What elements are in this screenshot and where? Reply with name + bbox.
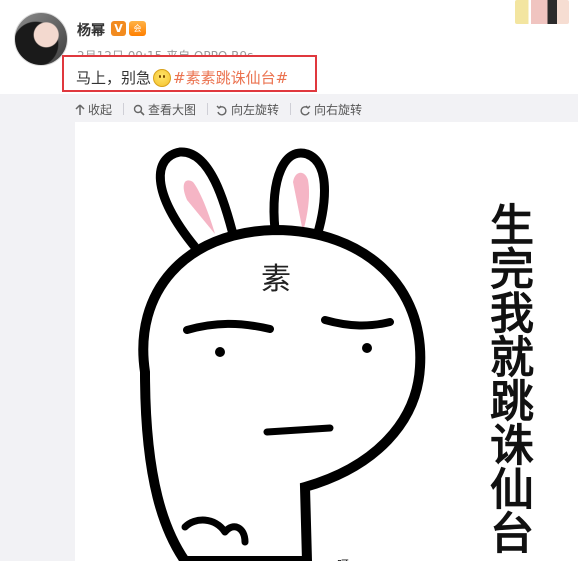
- arrow-up-icon: [75, 103, 85, 115]
- bottom-small-text: 呀: [337, 556, 349, 561]
- view-large-label: 查看大图: [148, 103, 197, 117]
- vertical-caption: 生完我就跳诛仙台: [482, 202, 533, 554]
- collapse-button[interactable]: 收起: [75, 101, 112, 118]
- collapse-label: 收起: [88, 103, 113, 117]
- post-text-main: 马上，别急: [76, 69, 152, 87]
- rotate-left-label: 向左旋转: [231, 103, 280, 117]
- toolbar-divider: [207, 103, 208, 115]
- smile-emoji-icon: [153, 68, 172, 87]
- toolbar-divider: [290, 103, 291, 115]
- magnifier-icon: [133, 104, 145, 116]
- toolbar-divider: [123, 103, 124, 115]
- hashtag-link[interactable]: #素素跳诛仙台#: [173, 67, 288, 88]
- post-image[interactable]: 素 生完我就跳诛仙台 呀: [75, 122, 578, 561]
- view-large-button[interactable]: 查看大图: [133, 101, 196, 118]
- vip-badge-icon[interactable]: 会: [129, 21, 146, 36]
- author-avatar[interactable]: [14, 12, 68, 66]
- post-text: 马上，别急 #素素跳诛仙台#: [76, 67, 288, 88]
- rotate-right-button[interactable]: 向右旋转: [299, 101, 362, 118]
- rotate-left-button[interactable]: 向左旋转: [216, 101, 279, 118]
- rotate-left-icon: [216, 105, 227, 116]
- verified-badge-icon[interactable]: V: [111, 21, 126, 36]
- author-name[interactable]: 杨幂: [77, 20, 105, 40]
- rotate-right-icon: [300, 105, 311, 116]
- forehead-stamp-text: 素: [261, 262, 291, 297]
- header-decoration-image: [515, 0, 569, 24]
- rotate-right-label: 向右旋转: [314, 103, 363, 117]
